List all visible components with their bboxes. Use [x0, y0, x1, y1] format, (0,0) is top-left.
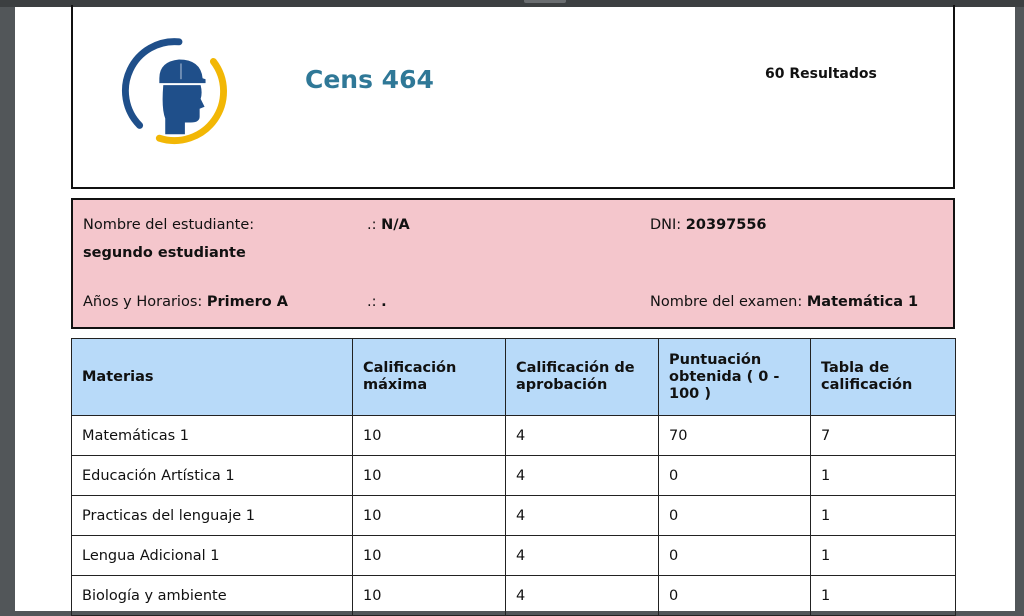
score-cell: 0 [658, 455, 811, 496]
passing-grade-cell: 4 [505, 495, 659, 536]
max-grade-cell: 10 [352, 495, 506, 536]
max-grade-cell: 10 [352, 455, 506, 496]
passing-grade-cell: 4 [505, 415, 659, 456]
subject-cell: Matemáticas 1 [71, 415, 353, 456]
column-header-grade-table: Tabla de calificación [810, 338, 956, 416]
table-header-row: Materias Calificación máxima Calificació… [71, 338, 956, 416]
document-page: Cens 464 60 Resultados Nombre del estudi… [15, 5, 1015, 616]
dot-value: . [381, 294, 387, 310]
dot-prefix: .: [367, 294, 377, 310]
year-value: Primero A [206, 294, 288, 310]
score-cell: 70 [658, 415, 811, 456]
grades-table: Materias Calificación máxima Calificació… [71, 338, 956, 616]
score-cell: 0 [658, 495, 811, 536]
subject-cell: Practicas del lenguaje 1 [71, 495, 353, 536]
table-row: Matemáticas 1 10 4 70 7 [71, 415, 956, 456]
score-cell: 0 [658, 535, 811, 576]
column-header-max-grade: Calificación máxima [352, 338, 506, 416]
school-name: Cens 464 [305, 65, 434, 94]
subject-cell: Lengua Adicional 1 [71, 535, 353, 576]
viewer-handle[interactable] [524, 0, 566, 3]
report-header: Cens 464 60 Resultados [71, 5, 955, 189]
passing-grade-cell: 4 [505, 575, 659, 616]
student-name-value: segundo estudiante [83, 245, 246, 261]
column-header-score: Puntuación obtenida ( 0 - 100 ) [658, 338, 811, 416]
grade-cell: 1 [810, 495, 956, 536]
column-header-passing-grade: Calificación de aprobación [505, 338, 659, 416]
subject-cell: Biología y ambiente [71, 575, 353, 616]
passing-grade-cell: 4 [505, 455, 659, 496]
na-prefix: .: [367, 217, 377, 233]
table-row: Practicas del lenguaje 1 10 4 0 1 [71, 495, 956, 536]
table-row: Educación Artística 1 10 4 0 1 [71, 455, 956, 496]
score-cell: 0 [658, 575, 811, 616]
max-grade-cell: 10 [352, 575, 506, 616]
results-count: 60 Resultados [765, 66, 877, 82]
na-value: N/A [381, 217, 410, 233]
exam-label: Nombre del examen: [650, 294, 803, 310]
student-info-panel: Nombre del estudiante: segundo estudiant… [71, 198, 955, 329]
max-grade-cell: 10 [352, 415, 506, 456]
grade-cell: 1 [810, 455, 956, 496]
dni-value: 20397556 [685, 217, 767, 233]
table-row: Lengua Adicional 1 10 4 0 1 [71, 535, 956, 576]
grade-cell: 1 [810, 535, 956, 576]
exam-value: Matemática 1 [806, 294, 919, 310]
passing-grade-cell: 4 [505, 535, 659, 576]
grade-cell: 1 [810, 575, 956, 616]
school-logo-icon [122, 38, 227, 144]
column-header-subject: Materias [71, 338, 353, 416]
dni-label: DNI: [650, 217, 682, 233]
table-row: Biología y ambiente 10 4 0 1 [71, 575, 956, 616]
student-name-label: Nombre del estudiante: [83, 217, 255, 233]
subject-cell: Educación Artística 1 [71, 455, 353, 496]
grade-cell: 7 [810, 415, 956, 456]
year-label: Años y Horarios: [83, 294, 203, 310]
max-grade-cell: 10 [352, 535, 506, 576]
